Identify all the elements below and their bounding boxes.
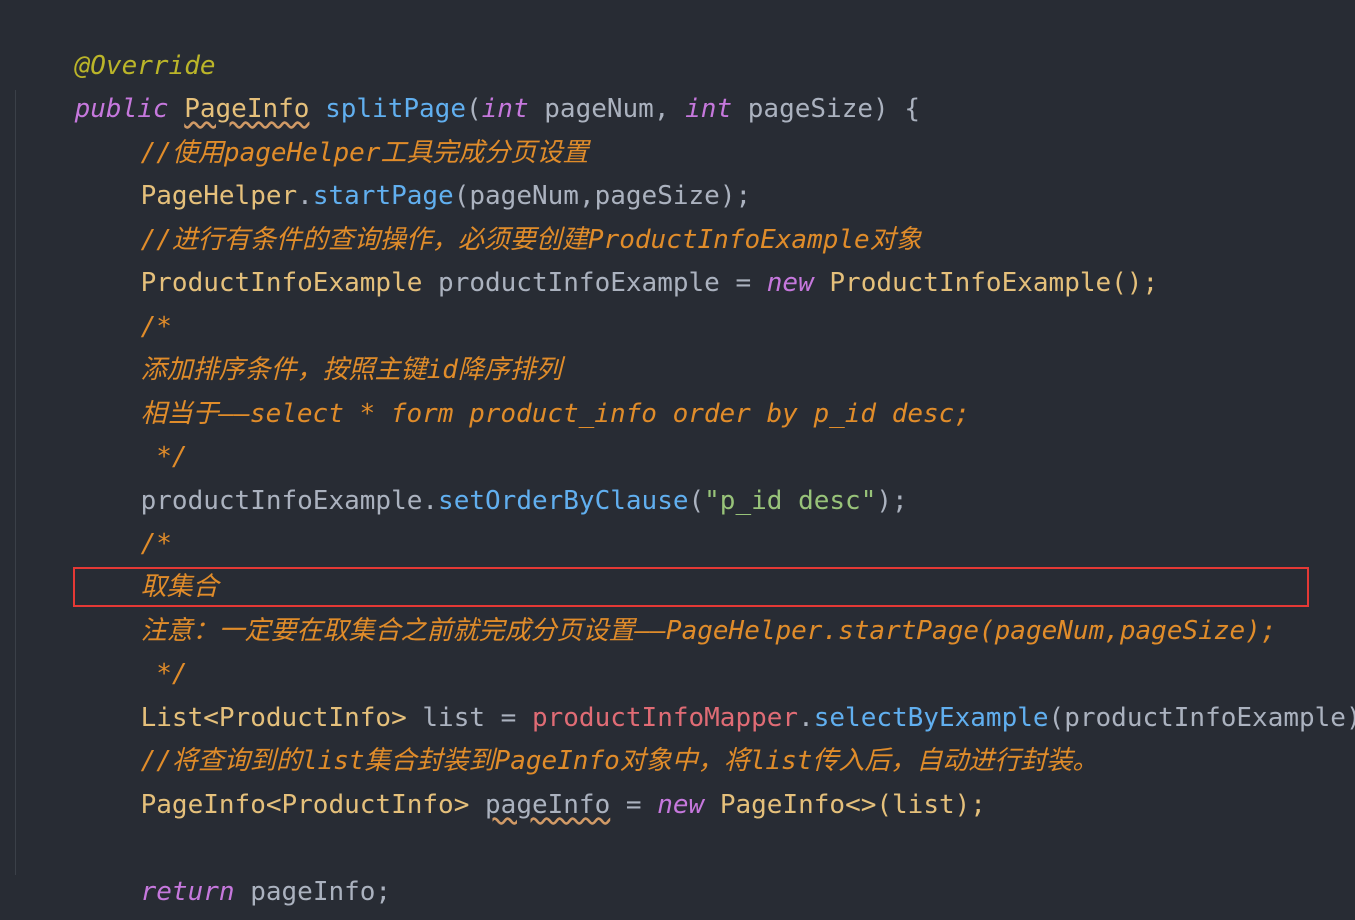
code-line-comment-pagehelper[interactable]: //使用pageHelper工具完成分页设置 bbox=[78, 89, 589, 168]
code-line-highlighted-note[interactable]: 注意：一定要在取集合之前就完成分页设置——PageHelper.startPag… bbox=[78, 567, 1277, 646]
code-line-signature[interactable]: public PageInfo splitPage(int pageNum, i… bbox=[12, 45, 920, 124]
code-line-pageinfo-decl[interactable]: PageInfo<ProductInfo> pageInfo = new Pag… bbox=[78, 741, 986, 820]
code-editor[interactable]: @Override public PageInfo splitPage(int … bbox=[0, 0, 1355, 920]
code-line-block-close[interactable]: */ bbox=[78, 610, 187, 689]
block-comment-text: 相当于——select * form product_info order by… bbox=[140, 399, 970, 429]
constructor-token: ProductInfoExample(); bbox=[813, 268, 1159, 298]
constructor-token: PageInfo<>(list); bbox=[704, 790, 986, 820]
assign-token: = bbox=[610, 790, 658, 820]
dot-token: . bbox=[422, 486, 439, 516]
code-line-block-text[interactable]: 相当于——select * form product_info order by… bbox=[78, 350, 970, 429]
code-line-start-page[interactable]: PageHelper.startPage(pageNum,pageSize); bbox=[78, 132, 752, 211]
code-line-block-close[interactable]: */ bbox=[78, 393, 187, 472]
param2-type-token: int bbox=[685, 94, 733, 124]
code-line-block-open[interactable]: /* bbox=[78, 480, 172, 559]
code-line-annotation[interactable]: @Override bbox=[12, 2, 216, 81]
new-keyword-token: new bbox=[766, 268, 814, 298]
code-line-order-by[interactable]: productInfoExample.setOrderByClause("p_i… bbox=[78, 437, 908, 516]
new-keyword-token: new bbox=[657, 790, 705, 820]
code-line-closing-brace[interactable]: } bbox=[12, 871, 90, 914]
close-token: ); bbox=[876, 486, 908, 516]
method-call-token: setOrderByClause bbox=[438, 486, 689, 516]
open-paren-token: ( bbox=[688, 486, 705, 516]
code-line-list-decl[interactable]: List<ProductInfo> list = productInfoMapp… bbox=[78, 654, 1355, 733]
code-line-comment-example[interactable]: //进行有条件的查询操作，必须要创建ProductInfoExample对象 bbox=[78, 176, 922, 255]
code-line-comment-pageinfo[interactable]: //将查询到的list集合封装到PageInfo对象中，将list传入后，自动进… bbox=[78, 697, 1099, 776]
variable-token: pageInfo bbox=[485, 790, 611, 820]
object-token: productInfoExample bbox=[140, 486, 423, 516]
return-keyword-token: return bbox=[140, 877, 235, 907]
code-line-example-decl[interactable]: ProductInfoExample productInfoExample = … bbox=[78, 219, 1158, 298]
type-token: ProductInfoExample bbox=[140, 268, 423, 298]
signature-close-token: ) { bbox=[873, 94, 920, 124]
variable-token: productInfoExample = bbox=[422, 268, 767, 298]
return-value-token: pageInfo; bbox=[234, 877, 392, 907]
code-line-block-text[interactable]: 添加排序条件，按照主键id降序排列 bbox=[78, 306, 562, 385]
string-literal-token: "p_id desc" bbox=[704, 486, 877, 516]
indent-guide bbox=[15, 90, 16, 875]
highlighted-note-text: 注意：一定要在取集合之前就完成分页设置——PageHelper.startPag… bbox=[140, 616, 1277, 646]
code-line-return[interactable]: return pageInfo; bbox=[78, 828, 391, 907]
param2-name-token: pageSize bbox=[747, 94, 874, 124]
code-line-block-text[interactable]: 取集合 bbox=[78, 523, 219, 602]
code-line-block-open[interactable]: /* bbox=[78, 263, 172, 342]
type-token: PageInfo<ProductInfo> bbox=[140, 790, 470, 820]
